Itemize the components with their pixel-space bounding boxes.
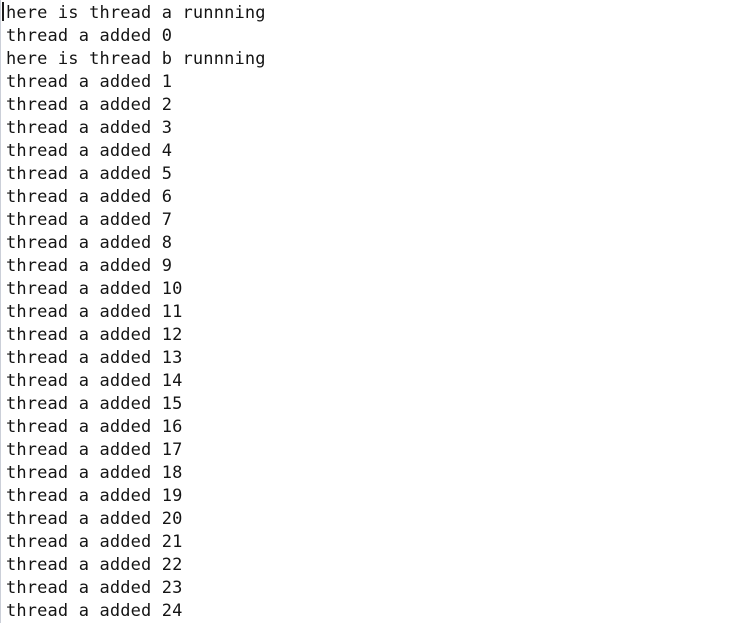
console-line: thread a added 24 bbox=[6, 601, 183, 621]
console-output-pane[interactable]: here is thread a runnning thread a added … bbox=[0, 0, 755, 623]
console-line: thread a added 4 bbox=[6, 141, 173, 161]
console-line: here is thread b runnning bbox=[6, 49, 266, 69]
console-line: thread a added 23 bbox=[6, 578, 183, 598]
console-line: here is thread a runnning bbox=[6, 3, 266, 23]
console-line: thread a added 10 bbox=[6, 279, 183, 299]
console-line: thread a added 11 bbox=[6, 302, 183, 322]
console-line: thread a added 17 bbox=[6, 440, 183, 460]
console-line: thread a added 9 bbox=[6, 256, 173, 276]
console-line: thread a added 5 bbox=[6, 164, 173, 184]
console-line: thread a added 22 bbox=[6, 555, 183, 575]
console-line: thread a added 0 bbox=[6, 26, 173, 46]
console-line: thread a added 18 bbox=[6, 463, 183, 483]
console-line-list: here is thread a runnning thread a added … bbox=[0, 0, 755, 623]
console-line: thread a added 2 bbox=[6, 95, 173, 115]
console-line: thread a added 14 bbox=[6, 371, 183, 391]
console-line: thread a added 15 bbox=[6, 394, 183, 414]
console-line: thread a added 16 bbox=[6, 417, 183, 437]
console-line: thread a added 8 bbox=[6, 233, 173, 253]
console-line: thread a added 13 bbox=[6, 348, 183, 368]
console-line: thread a added 20 bbox=[6, 509, 183, 529]
console-line: thread a added 7 bbox=[6, 210, 173, 230]
console-line: thread a added 21 bbox=[6, 532, 183, 552]
console-line: thread a added 12 bbox=[6, 325, 183, 345]
console-line: thread a added 3 bbox=[6, 118, 173, 138]
console-line: thread a added 1 bbox=[6, 72, 173, 92]
console-line: thread a added 19 bbox=[6, 486, 183, 506]
console-line: thread a added 6 bbox=[6, 187, 173, 207]
